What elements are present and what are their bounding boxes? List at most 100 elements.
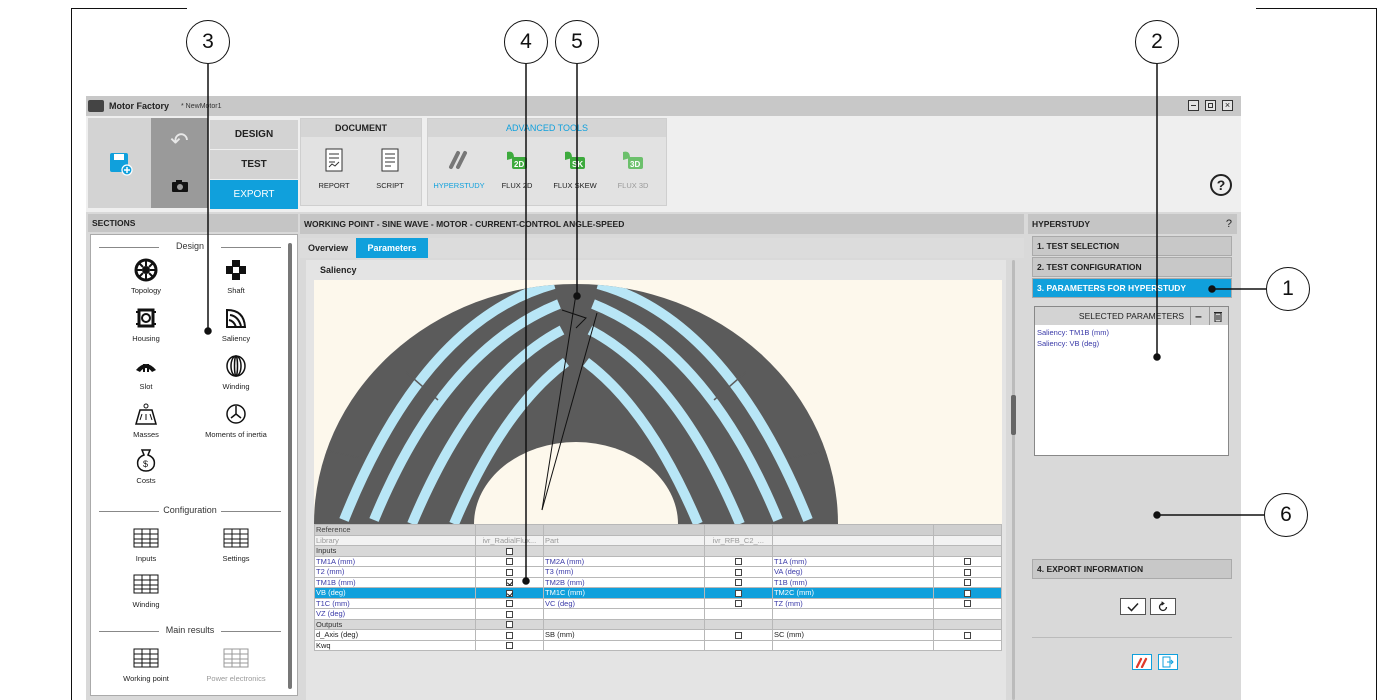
checkbox-unchecked[interactable] [963,600,971,608]
param-check-cell[interactable] [474,555,544,567]
content-scroll-thumb[interactable] [1011,395,1016,435]
param-check-cell[interactable] [932,576,1003,588]
section-power-electronics[interactable]: Power electronics [191,645,281,683]
param-check-cell[interactable] [932,597,1003,609]
close-button[interactable]: × [1222,100,1233,111]
checkbox-unchecked[interactable] [734,600,742,608]
section-shaft[interactable]: Shaft [191,257,281,295]
slot-label: Slot [139,382,153,391]
checkbox-unchecked[interactable] [505,600,513,608]
param-check-cell[interactable] [703,597,773,609]
param-check-cell[interactable] [703,587,773,599]
section-housing[interactable]: Housing [101,305,191,343]
checkbox-unchecked[interactable] [505,631,513,639]
checkbox-unchecked[interactable] [963,589,971,597]
tab-parameters[interactable]: Parameters [356,238,429,258]
checkbox-unchecked[interactable] [734,558,742,566]
checkbox-unchecked[interactable] [505,558,513,566]
param-check-cell[interactable] [474,608,544,620]
section-config-winding[interactable]: Winding [101,571,191,609]
inputs-group-check[interactable] [474,545,544,557]
checkbox-checked[interactable] [505,589,513,597]
section-inputs[interactable]: Inputs [101,525,191,563]
param-check-cell[interactable] [474,629,544,641]
checkbox-checked[interactable] [505,579,513,587]
checkbox-unchecked[interactable] [734,589,742,597]
param-check-cell[interactable] [703,566,773,578]
param-name-cell: VB (deg) [314,587,476,599]
checkbox-unchecked[interactable] [505,642,513,650]
section-settings[interactable]: Settings [191,525,281,563]
checkbox-unchecked[interactable] [734,631,742,639]
checkbox-unchecked[interactable] [963,579,971,587]
checkbox-unchecked[interactable] [505,621,513,629]
checkbox-unchecked[interactable] [505,547,513,555]
restore-button[interactable] [1205,100,1216,111]
screenshot-stage: 3 4 5 2 1 6 Motor Factory * NewMotor1 × … [0,0,1384,700]
selected-parameter-item[interactable]: Saliency: VB (deg) [1035,338,1228,349]
param-check-cell[interactable] [703,555,773,567]
step-export-information[interactable]: 4. EXPORT INFORMATION [1032,559,1232,579]
section-winding[interactable]: Winding [191,353,281,391]
export-file-button[interactable] [1158,654,1178,670]
param-check-cell[interactable] [932,566,1003,578]
costs-icon: $ [136,449,156,472]
step-test-selection[interactable]: 1. TEST SELECTION [1032,236,1232,256]
checkbox-unchecked[interactable] [963,631,971,639]
save-button[interactable] [88,118,151,208]
param-check-cell[interactable] [932,587,1003,599]
section-working-point[interactable]: Working point [101,645,191,683]
section-slot[interactable]: Slot [101,353,191,391]
report-tool[interactable]: REPORT [305,147,363,190]
mode-export-button[interactable]: EXPORT [210,180,298,209]
checkbox-unchecked[interactable] [734,568,742,576]
table-header-row: Reference [314,524,1003,536]
param-check-cell[interactable] [474,587,544,599]
param-check-cell[interactable] [474,566,544,578]
step-parameters-for-hyperstudy[interactable]: 3. PARAMETERS FOR HYPERSTUDY [1032,278,1232,298]
launch-hyperstudy-button[interactable] [1132,654,1152,670]
section-masses[interactable]: Masses [101,401,191,439]
param-check-cell[interactable] [474,639,544,651]
undo-button[interactable]: ↶ [151,118,208,163]
selected-parameter-item[interactable]: Saliency: TM1B (mm) [1035,327,1228,338]
checkbox-unchecked[interactable] [963,558,971,566]
script-tool[interactable]: SCRIPT [361,147,419,190]
param-check-cell[interactable] [703,629,773,641]
param-check-cell[interactable] [932,629,1003,641]
validate-button[interactable] [1120,598,1146,615]
flux-2d-tool[interactable]: 2D FLUX 2D [488,147,546,190]
outputs-group-check[interactable] [474,618,544,630]
hyperstudy-tool[interactable]: HYPERSTUDY [430,147,488,190]
mode-design-button[interactable]: DESIGN [210,120,298,149]
section-topology[interactable]: Topology [101,257,191,295]
hyperstudy-panel: HYPERSTUDY ? 1. TEST SELECTION 2. TEST C… [1028,214,1237,698]
param-check-cell[interactable] [474,597,544,609]
param-check-cell[interactable] [703,576,773,588]
section-moments-of-inertia[interactable]: Moments of inertia [191,401,281,439]
checkbox-unchecked[interactable] [505,610,513,618]
checkbox-unchecked[interactable] [963,568,971,576]
minimize-button[interactable] [1188,100,1199,111]
mode-test-button[interactable]: TEST [210,150,298,179]
flux-skew-tool[interactable]: SK FLUX SKEW [546,147,604,190]
param-check-cell[interactable] [474,576,544,588]
section-saliency[interactable]: Saliency [191,305,281,343]
section-costs[interactable]: $ Costs [101,447,191,485]
sections-scrollbar[interactable] [288,243,292,689]
hyperstudy-help[interactable]: ? [1226,218,1232,230]
screenshot-button[interactable] [151,163,208,208]
checkbox-unchecked[interactable] [734,579,742,587]
checkbox-unchecked[interactable] [505,568,513,576]
table-row: VB (deg) TM1C (mm) TM2C (mm) [314,587,1003,599]
content-scrollbar[interactable] [1012,260,1015,700]
step-test-configuration[interactable]: 2. TEST CONFIGURATION [1032,257,1232,277]
remove-parameter-button[interactable]: – [1190,307,1206,325]
help-icon[interactable]: ? [1210,174,1232,196]
reset-button[interactable] [1150,598,1176,615]
moments-of-inertia-icon [226,404,246,424]
tab-overview[interactable]: Overview [300,238,356,258]
trash-icon[interactable] [1209,307,1225,325]
flux-3d-tool[interactable]: 3D FLUX 3D [604,147,662,190]
param-check-cell[interactable] [932,555,1003,567]
